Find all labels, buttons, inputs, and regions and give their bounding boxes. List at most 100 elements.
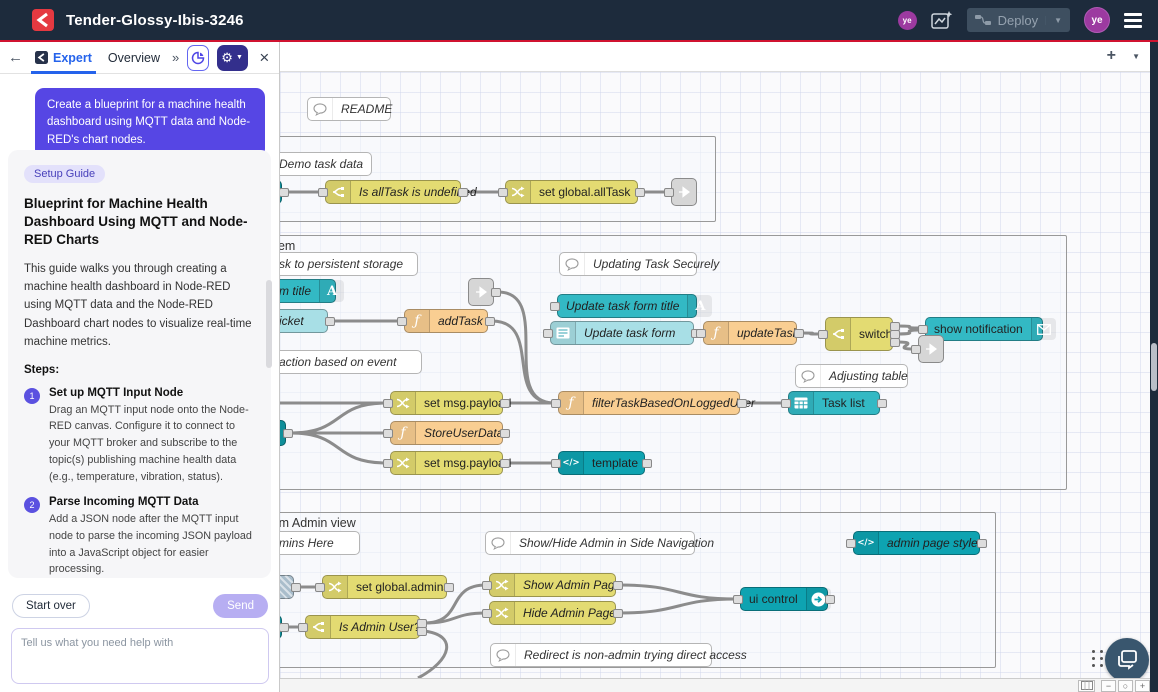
node-port[interactable] bbox=[298, 623, 308, 632]
node-port[interactable] bbox=[482, 581, 492, 590]
add-flow-button[interactable]: + bbox=[1107, 47, 1116, 65]
node-port[interactable] bbox=[551, 459, 561, 468]
node-port[interactable] bbox=[613, 609, 623, 618]
node-admin-page-style[interactable]: </>admin page style bbox=[853, 531, 980, 555]
node-port[interactable] bbox=[498, 188, 508, 197]
comment-admins-here[interactable]: mins Here bbox=[280, 531, 360, 555]
node-StoreUserData[interactable]: ƒStoreUserData bbox=[390, 421, 503, 445]
node-port[interactable] bbox=[890, 338, 900, 347]
comment-adjusting-table[interactable]: Adjusting table bbox=[795, 364, 908, 388]
drag-handle-dots[interactable] bbox=[1092, 650, 1104, 667]
node-port[interactable] bbox=[397, 317, 407, 326]
back-arrow-icon[interactable]: ← bbox=[8, 49, 23, 66]
node-set-global-admins[interactable]: set global.admins bbox=[322, 575, 447, 599]
node-is-admin-user[interactable]: Is Admin User? bbox=[305, 615, 420, 639]
node-port[interactable] bbox=[458, 188, 468, 197]
node-port[interactable] bbox=[417, 627, 427, 636]
node-port[interactable] bbox=[318, 188, 328, 197]
node-set-global-alltask[interactable]: set global.allTask bbox=[505, 180, 638, 204]
node-set-msg-payload-1[interactable]: set msg.payload bbox=[390, 391, 503, 415]
zoom-reset-button[interactable]: ○ bbox=[1118, 680, 1133, 692]
node-ticket[interactable]: icket bbox=[280, 309, 328, 333]
node-ui-control[interactable]: ui control bbox=[740, 587, 828, 611]
node-port[interactable] bbox=[846, 539, 856, 548]
node-update-task-form-title[interactable]: Update task form titleA bbox=[557, 294, 697, 318]
link-out-1[interactable] bbox=[671, 178, 697, 206]
node-port[interactable] bbox=[977, 539, 987, 548]
node-port[interactable] bbox=[733, 595, 743, 604]
node-task-list[interactable]: Task list bbox=[788, 391, 880, 415]
node-port[interactable] bbox=[664, 188, 674, 197]
node-port[interactable] bbox=[825, 595, 835, 604]
node-port[interactable] bbox=[444, 583, 454, 592]
avatar-user[interactable]: ye bbox=[1084, 7, 1110, 33]
node-port[interactable] bbox=[325, 317, 335, 326]
node-port[interactable] bbox=[485, 317, 495, 326]
node-port[interactable] bbox=[491, 288, 501, 297]
node-port[interactable] bbox=[642, 459, 652, 468]
node-port[interactable] bbox=[911, 345, 921, 354]
assistant-sparkle-icon[interactable] bbox=[931, 10, 953, 30]
main-menu-icon[interactable] bbox=[1124, 13, 1142, 28]
node-port[interactable] bbox=[482, 609, 492, 618]
more-tabs-icon[interactable]: » bbox=[172, 50, 179, 65]
zoom-out-button[interactable]: − bbox=[1101, 680, 1116, 692]
flow-list-caret-icon[interactable]: ▼ bbox=[1132, 52, 1140, 61]
comment-action-based-on-event[interactable]: action based on event bbox=[280, 350, 422, 374]
node-addTask[interactable]: ƒaddTask bbox=[404, 309, 488, 333]
node-switch[interactable]: switch bbox=[825, 317, 893, 351]
node-port[interactable] bbox=[613, 581, 623, 590]
node-port[interactable] bbox=[635, 188, 645, 197]
close-icon[interactable]: × bbox=[258, 48, 271, 68]
node-port[interactable] bbox=[551, 399, 561, 408]
node-updateTask[interactable]: ƒupdateTask bbox=[703, 321, 797, 345]
chat-fab-button[interactable] bbox=[1105, 638, 1149, 678]
node-port[interactable] bbox=[918, 325, 928, 334]
node-hide-admin-page[interactable]: Hide Admin Page bbox=[489, 601, 616, 625]
node-port[interactable] bbox=[877, 399, 887, 408]
comment-demo-task-data[interactable]: Demo task data bbox=[280, 152, 372, 176]
node-set-msg-payload-2[interactable]: set msg.payload bbox=[390, 451, 503, 475]
comment-updating-task-securely[interactable]: Updating Task Securely bbox=[559, 252, 697, 276]
comment-readme[interactable]: README bbox=[307, 97, 391, 121]
node-port[interactable] bbox=[283, 429, 293, 438]
flow-canvas[interactable]: ystemstem Admin viewREADMEDemo task data… bbox=[280, 72, 1150, 678]
node-port[interactable] bbox=[383, 429, 393, 438]
node-show-admin-page[interactable]: Show Admin Page bbox=[489, 573, 616, 597]
node-is-alltask-is-undefined[interactable]: Is allTask is undefined bbox=[325, 180, 461, 204]
vertical-scrollbar[interactable] bbox=[1151, 343, 1157, 391]
panel-scrollbar[interactable] bbox=[266, 280, 272, 368]
settings-dropdown-button[interactable]: ⚙ ▼ bbox=[217, 45, 248, 71]
deploy-caret-icon[interactable]: ▼ bbox=[1045, 16, 1062, 25]
node-port[interactable] bbox=[781, 399, 791, 408]
node-port[interactable] bbox=[737, 399, 747, 408]
zoom-in-button[interactable]: + bbox=[1135, 680, 1150, 692]
tab-overview[interactable]: Overview bbox=[104, 42, 164, 74]
comment-task-persistent-storage[interactable]: sk to persistent storage bbox=[280, 252, 418, 276]
node-port[interactable] bbox=[383, 459, 393, 468]
node-filterTaskBasedOnLoggedUser[interactable]: ƒfilterTaskBasedOnLoggedUser bbox=[558, 391, 740, 415]
start-over-button[interactable]: Start over bbox=[12, 594, 90, 618]
help-input[interactable] bbox=[11, 628, 269, 684]
node-port[interactable] bbox=[794, 329, 804, 338]
navigator-toggle-button[interactable] bbox=[1078, 680, 1095, 692]
node-port[interactable] bbox=[550, 302, 560, 311]
node-port[interactable] bbox=[500, 429, 510, 438]
node-port[interactable] bbox=[500, 459, 510, 468]
tab-expert[interactable]: Expert bbox=[31, 42, 96, 74]
avatar-small[interactable]: ye bbox=[898, 11, 917, 30]
node-template[interactable]: </>template bbox=[558, 451, 645, 475]
node-port[interactable] bbox=[280, 623, 289, 632]
send-button[interactable]: Send bbox=[213, 594, 268, 618]
node-port[interactable] bbox=[500, 399, 510, 408]
node-port[interactable] bbox=[696, 329, 706, 338]
node-port[interactable] bbox=[280, 188, 289, 197]
comment-show-hide-admin[interactable]: Show/Hide Admin in Side Navigation bbox=[485, 531, 695, 555]
node-port[interactable] bbox=[315, 583, 325, 592]
comment-redirect-non-admin[interactable]: Redirect is non-admin trying direct acce… bbox=[490, 643, 712, 667]
node-port[interactable] bbox=[291, 583, 301, 592]
node-port[interactable] bbox=[818, 330, 828, 339]
node-port[interactable] bbox=[383, 399, 393, 408]
link-out-2[interactable] bbox=[918, 335, 944, 363]
node-form-title[interactable]: m titleA bbox=[280, 279, 336, 303]
